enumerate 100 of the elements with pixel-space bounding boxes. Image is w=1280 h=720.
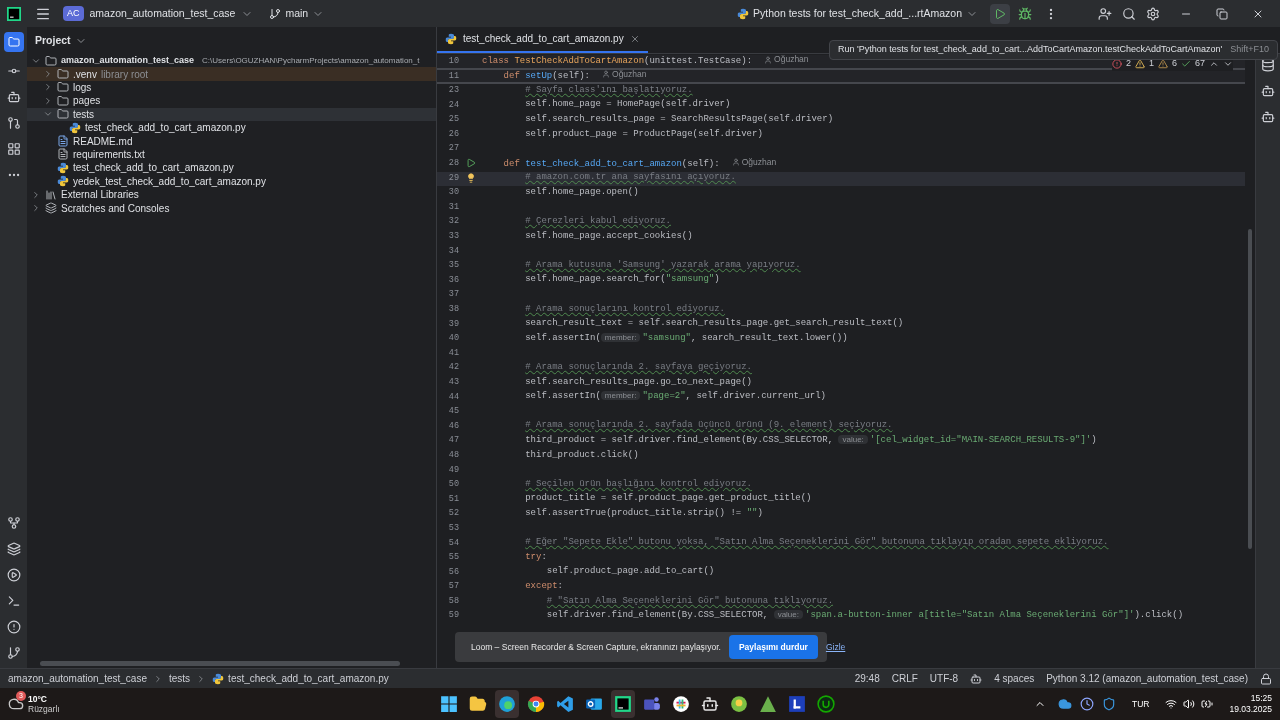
code-line: # Arama sonuçlarında 2. sayfada üçüncü ürünü (9. element) seçiyoruz. [525,419,893,433]
interpreter[interactable]: Python 3.12 (amazon_automation_test_case) [1046,671,1248,686]
database-icon[interactable] [1261,58,1275,72]
notification-text: Loom – Screen Recorder & Screen Capture, ekranınızı paylaşıyor. [471,640,721,654]
mail-app-icon[interactable] [585,695,603,713]
tree-item[interactable]: test_check_add_to_cart_amazon.py [27,120,436,135]
breadcrumb[interactable]: amazon_automation_test_case [8,671,147,686]
cloud-icon[interactable] [1057,697,1072,711]
assistant-icon[interactable] [6,90,21,104]
author-hint[interactable]: Oğuzhan [764,53,809,67]
line-number: 35 [447,259,459,272]
debug-icon[interactable] [1018,6,1032,21]
tree-item[interactable]: tests [27,107,436,121]
lock-icon[interactable] [1260,672,1272,685]
tree-item[interactable]: requirements.txt [27,147,436,162]
clock-icon[interactable] [1079,697,1094,711]
indent-setting[interactable]: 4 spaces [994,671,1035,686]
tree-item[interactable]: yedek_test_check_add_to_cart_amazon.py [27,174,436,188]
project-selector[interactable]: AC amazon_automation_test_case [63,5,254,22]
shield-icon[interactable] [1101,697,1116,711]
folder-icon[interactable] [3,32,24,52]
run-icon[interactable] [465,158,476,169]
tree-item[interactable]: amazon_automation_test_case C:\Users\OGUZHAN\PycharmProjects\amazon_automation_t [27,54,436,68]
collapse-icon[interactable] [43,69,53,80]
tree-item[interactable]: .venv library root [27,67,436,81]
taskbar-app[interactable] [611,690,635,718]
scrollbar[interactable] [1248,229,1252,549]
tree-item[interactable]: README.md [27,134,436,148]
author-hint[interactable]: Oğuzhan [602,67,647,81]
tree-item[interactable]: Scratches and Consoles [27,201,436,215]
line-number: 53 [447,521,459,535]
browser-icon[interactable] [498,695,516,713]
breadcrumb[interactable]: tests [169,671,191,686]
clock[interactable]: 15:25 19.03.2025 [1229,693,1272,715]
folder-icon[interactable] [469,695,487,713]
language-indicator[interactable]: TUR [1131,697,1150,711]
square-app-icon[interactable] [788,695,806,713]
collapse-icon[interactable] [31,203,41,213]
taskbar-app[interactable] [495,690,519,718]
file-encoding[interactable]: UTF-8 [929,671,959,686]
code-editor-icon[interactable] [556,695,574,713]
restore-icon[interactable] [1216,7,1228,20]
collapse-icon[interactable] [43,95,53,106]
settings-icon[interactable] [1146,6,1160,21]
tree-item[interactable]: logs [27,80,436,95]
line-number: 11 [447,69,459,83]
assistant-icon[interactable] [1261,84,1275,98]
temperature: 10°C [28,694,48,704]
add-user-icon[interactable] [1098,6,1112,21]
warning-count: 1 [1148,57,1154,70]
breadcrumb[interactable]: test_check_add_to_cart_amazon.py [212,671,389,686]
line-number: 47 [447,434,459,448]
line-ending[interactable]: CRLF [891,671,918,686]
tree-item[interactable]: test_check_add_to_cart_amazon.py [27,161,436,175]
git-icon[interactable] [6,646,21,660]
branch-selector[interactable]: main [269,5,325,22]
chrome-icon[interactable] [527,695,545,713]
caret-position[interactable]: 29:48 [854,671,880,686]
stop-sharing-button[interactable]: Paylaşımı durdur [728,634,818,660]
close-icon[interactable] [629,33,640,44]
problems-icon[interactable] [6,620,21,634]
battery-icon[interactable] [1201,698,1214,710]
windows-icon[interactable] [440,695,458,713]
line-number: 24 [447,98,459,112]
tree-item[interactable]: External Libraries [27,187,436,202]
slack-icon[interactable] [672,695,690,713]
code-line: third_product.click() [525,448,639,462]
services-icon[interactable] [6,568,21,582]
volume-icon[interactable] [1183,698,1196,710]
terminal-icon[interactable] [6,594,21,608]
layers-icon[interactable] [6,542,21,556]
run-icon[interactable] [990,3,1010,24]
lightbulb-icon[interactable] [465,173,476,184]
scrollbar[interactable] [40,661,400,666]
pull-request-icon[interactable] [6,116,21,130]
tooltip-text: Run 'Python tests for test_check_add_to_cart...AddToCartAmazon.testCheckAddToCartAmazon' [838,43,1223,57]
collapse-icon[interactable] [43,82,53,93]
code-line: def setUp(self): Oğuzhan [503,67,647,84]
search-icon[interactable] [1122,6,1136,21]
pycharm-icon[interactable] [614,695,632,713]
python-file-icon [445,32,457,45]
teams-icon[interactable] [643,695,661,713]
code-line: # "Satın Alma Seçeneklerini Gör" butonuna tıklıyoruz. [546,594,834,608]
run-config-selector[interactable]: Python tests for test_check_add_...rtAmazon [737,5,978,22]
code-line: self.home_page = HomePage(self.driver) [525,98,731,112]
author-hint[interactable]: Oğuzhan [731,155,777,169]
circle-app-icon[interactable] [817,695,835,713]
collapse-icon[interactable] [31,189,41,200]
code-line: class TestCheckAddToCartAmazon(unittest.TestCase): Oğuzhan [482,53,809,69]
triangle-icon[interactable] [759,695,777,713]
warning-icon [1134,58,1145,69]
tree-item[interactable]: pages [27,94,436,108]
wifi-icon[interactable] [1165,698,1178,710]
assistant-icon[interactable] [970,672,983,685]
folder-icon [57,81,69,94]
structure-icon[interactable] [6,142,21,156]
panel-title[interactable]: Project [27,27,436,54]
hide-link[interactable]: Gizle [825,640,846,654]
editor-tab[interactable]: test_check_add_to_cart_amazon.py [437,26,648,53]
code-line: product_title = self.product_page.get_product_title() [525,492,812,506]
